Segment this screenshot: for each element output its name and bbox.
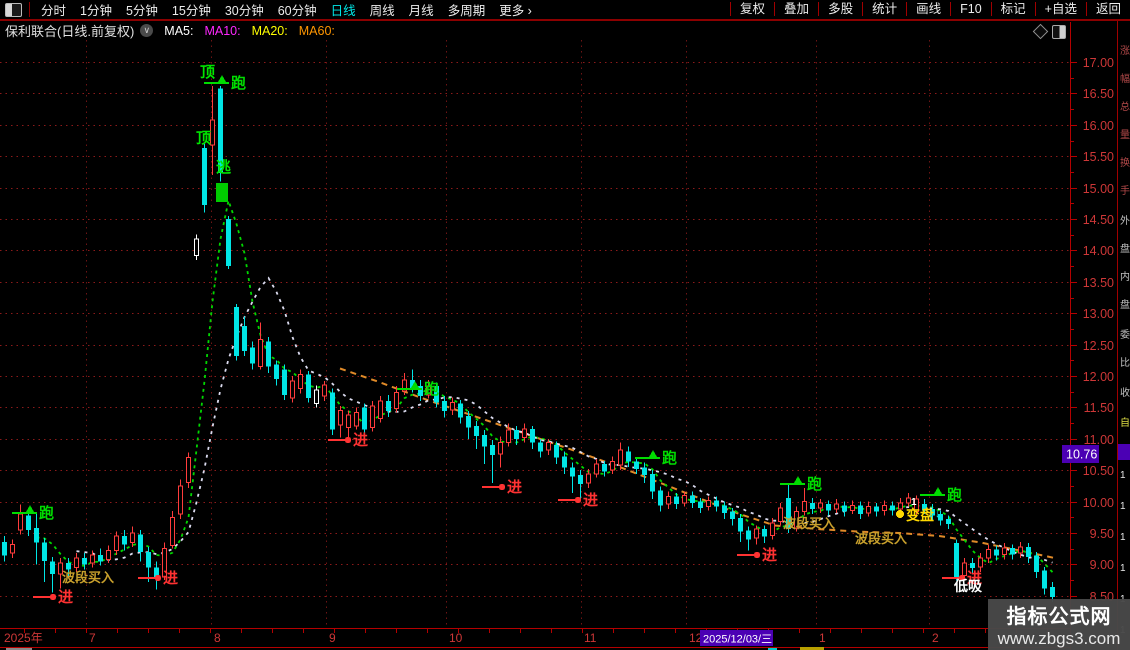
- svg-text:2025年: 2025年: [4, 631, 43, 645]
- chart-annotation: 顶: [196, 130, 211, 147]
- right-edge-panel[interactable]: 涨幅总量换手外盘内盘委比收自111111: [1117, 21, 1130, 650]
- chart-annotation: 波段买入: [62, 570, 114, 585]
- svg-text:9.00: 9.00: [1090, 558, 1114, 572]
- svg-text:进: 进: [762, 547, 777, 564]
- turning-point-dot-icon: [896, 510, 904, 518]
- watermark-title: 指标公式网: [1006, 606, 1112, 628]
- svg-text:2: 2: [932, 631, 939, 645]
- svg-text:10.00: 10.00: [1083, 496, 1114, 510]
- svg-text:2025/12/03/三: 2025/12/03/三: [703, 634, 772, 646]
- candlestick-chart[interactable]: 17.00 16.50 16.00 15.50 15.00 14.50 14.00 13.50…: [0, 0, 1130, 650]
- svg-text:8: 8: [214, 631, 221, 645]
- buy-dot-icon: [498, 483, 506, 491]
- price-digit: 1: [1120, 501, 1126, 512]
- sell-triangle-icon: [649, 450, 657, 457]
- panel-glyph: 收: [1120, 388, 1130, 399]
- svg-text:进: 进: [507, 479, 522, 496]
- price-axis: 17.00 16.50 16.00 15.50 15.00 14.50 14.00 13.50…: [0, 22, 1114, 650]
- current-price-badge: 10.76: [1062, 444, 1099, 463]
- svg-text:11: 11: [584, 631, 597, 645]
- panel-glyph: 外: [1120, 216, 1130, 227]
- watermark-url: www.zbgs3.com: [997, 629, 1121, 648]
- svg-text:13.00: 13.00: [1083, 307, 1114, 321]
- chart-annotation: ↓: [935, 508, 941, 520]
- svg-text:跑: 跑: [424, 380, 439, 398]
- panel-glyph: 盘: [1120, 300, 1130, 311]
- panel-glyph: 涨: [1120, 46, 1130, 57]
- panel-glyph: 总: [1120, 102, 1130, 113]
- svg-text:跑: 跑: [39, 504, 54, 522]
- chart-annotation: 顶: [200, 64, 215, 81]
- svg-text:进: 进: [163, 570, 178, 587]
- chart-annotation: 波段买入: [783, 516, 835, 531]
- buy-dot-icon: [344, 436, 352, 444]
- green-signal-box: [216, 183, 228, 202]
- buy-dot-icon: [154, 574, 162, 582]
- svg-text:17.00: 17.00: [1083, 56, 1114, 70]
- svg-text:13.50: 13.50: [1083, 276, 1114, 290]
- chart-annotation: ↓: [928, 508, 934, 520]
- chart-annotation: 逃: [216, 158, 231, 176]
- panel-glyph: 盘: [1120, 244, 1130, 255]
- svg-text:跑: 跑: [947, 486, 962, 504]
- gridlines: [0, 40, 1070, 628]
- svg-text:15.50: 15.50: [1083, 150, 1114, 164]
- panel-glyph: 自: [1120, 418, 1130, 429]
- price-digit: 1: [1120, 563, 1126, 574]
- svg-text:16.50: 16.50: [1083, 87, 1114, 101]
- price-digit: 1: [1120, 470, 1126, 481]
- chart-annotation: 1: [911, 497, 917, 508]
- buy-dot-icon: [753, 551, 761, 559]
- svg-text:进: 进: [583, 492, 598, 509]
- sell-triangle-icon: [934, 487, 942, 494]
- svg-text:跑: 跑: [807, 475, 822, 493]
- sell-triangle-icon: [218, 75, 226, 82]
- svg-text:14.50: 14.50: [1083, 213, 1114, 227]
- svg-text:跑: 跑: [662, 449, 677, 467]
- svg-text:14.00: 14.00: [1083, 244, 1114, 258]
- selected-row-highlight: [1118, 444, 1130, 460]
- chart-annotation: 波段买入: [855, 531, 907, 546]
- trading-terminal: 分时 1分钟 5分钟 15分钟 30分钟 60分钟 日线 周线 月线 多周期 更多 › 复权 叠加 多股…: [0, 0, 1130, 650]
- svg-text:9: 9: [329, 631, 336, 645]
- svg-text:10.50: 10.50: [1083, 464, 1114, 478]
- signal-markers: 跑跑跑跑跑跑进进进进进进进顶顶逃波段买入波段买入波段买入变盘低吸1↓ ↓: [12, 64, 983, 606]
- panel-glyph: 比: [1120, 358, 1130, 369]
- panel-glyph: 幅: [1120, 74, 1130, 85]
- panel-glyph: 委: [1120, 330, 1130, 341]
- svg-text:15.00: 15.00: [1083, 182, 1114, 196]
- svg-text:跑: 跑: [231, 74, 246, 92]
- panel-glyph: 内: [1120, 272, 1130, 283]
- svg-text:16.00: 16.00: [1083, 119, 1114, 133]
- sell-triangle-icon: [794, 476, 802, 483]
- svg-text:12.00: 12.00: [1083, 370, 1114, 384]
- svg-text:10.76: 10.76: [1066, 447, 1097, 461]
- panel-glyph: 换: [1120, 158, 1130, 169]
- chart-annotation: 低吸: [953, 578, 983, 594]
- panel-glyph: 手: [1120, 186, 1130, 197]
- watermark: 指标公式网 www.zbgs3.com: [988, 599, 1130, 650]
- svg-text:9.50: 9.50: [1090, 527, 1114, 541]
- svg-text:7: 7: [89, 631, 96, 645]
- svg-text:10: 10: [449, 631, 463, 645]
- candles: [2, 85, 1055, 603]
- buy-dot-icon: [49, 593, 57, 601]
- svg-text:12.50: 12.50: [1083, 339, 1114, 353]
- svg-text:进: 进: [58, 589, 73, 606]
- svg-text:进: 进: [353, 432, 368, 449]
- price-digit: 1: [1120, 532, 1126, 543]
- panel-glyph: 量: [1120, 130, 1130, 141]
- svg-text:1: 1: [819, 631, 826, 645]
- buy-dot-icon: [574, 496, 582, 504]
- svg-text:11.50: 11.50: [1084, 401, 1114, 415]
- sell-triangle-icon: [26, 505, 34, 512]
